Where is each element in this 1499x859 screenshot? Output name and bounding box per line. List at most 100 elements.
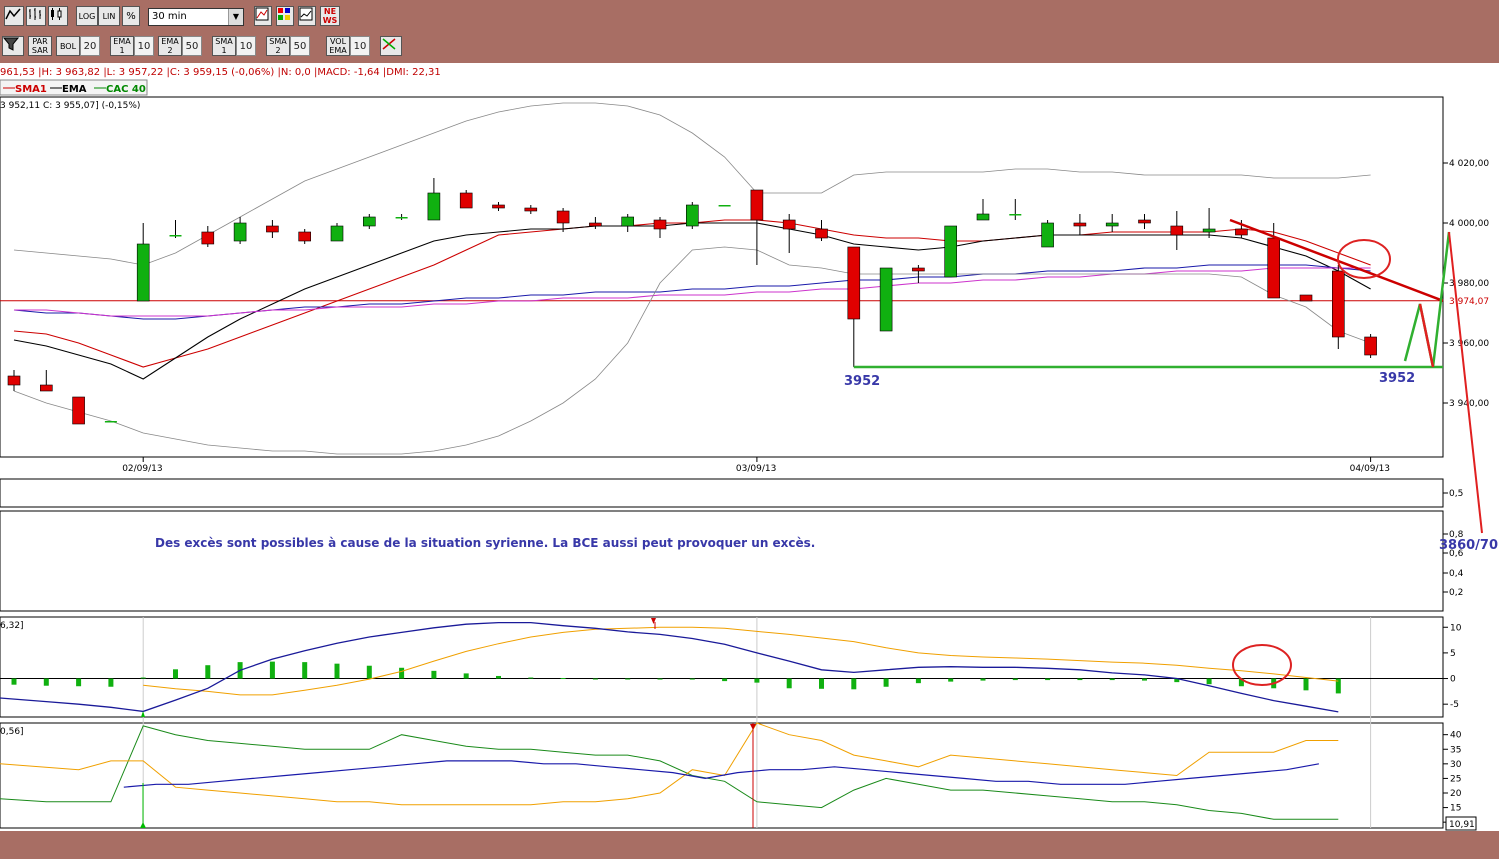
projection-path-down bbox=[1448, 231, 1483, 534]
macd-histogram-bar bbox=[786, 678, 792, 689]
candle-down bbox=[298, 231, 312, 242]
macd-histogram-bar bbox=[108, 678, 114, 687]
macd-histogram-bar bbox=[851, 678, 857, 690]
macd-histogram-bar bbox=[948, 678, 954, 682]
chevron-down-icon[interactable]: ▼ bbox=[228, 9, 243, 25]
sma1-line bbox=[13, 219, 1371, 368]
macd-panel-frame bbox=[0, 616, 1444, 718]
parabolic-sar-button[interactable]: PAR SAR bbox=[28, 36, 52, 56]
candle-down bbox=[782, 219, 796, 230]
macd-histogram-bar bbox=[1206, 678, 1212, 685]
sma2-period[interactable]: 50 bbox=[290, 36, 310, 56]
analysis-comment: Des excès sont possibles à cause de la s… bbox=[155, 536, 815, 550]
boll_dn-line bbox=[13, 246, 1371, 455]
price-layer: 4 020,004 000,003 980,003 960,003 940,00… bbox=[0, 102, 1489, 828]
macd-histogram-bar bbox=[43, 678, 49, 686]
support-label-right: 3952 bbox=[1379, 371, 1415, 386]
bar-chart-icon[interactable] bbox=[26, 6, 46, 26]
interval-select[interactable]: 30 min ▼ bbox=[148, 8, 244, 26]
line-chart-icon[interactable] bbox=[4, 6, 24, 26]
indicator-tick-label: 0,2 bbox=[1449, 588, 1463, 598]
candle-up bbox=[718, 205, 731, 207]
ema2-period[interactable]: 50 bbox=[182, 36, 202, 56]
linear-scale-button[interactable]: LIN bbox=[98, 6, 120, 26]
candle-up bbox=[104, 421, 117, 423]
dmi-tick-label: 35 bbox=[1450, 745, 1461, 755]
candle-up bbox=[685, 204, 699, 227]
candle-down bbox=[1267, 237, 1280, 299]
chart-svg: 961,53 |H: 3 963,82 |L: 3 957,22 |C: 3 9… bbox=[0, 67, 1498, 831]
dmi-tick-label: 25 bbox=[1450, 774, 1461, 784]
adx-line bbox=[123, 760, 1320, 788]
dmi-last-value: 10,91 bbox=[1449, 820, 1475, 830]
pink_ma-line bbox=[14, 267, 1371, 317]
macd-histogram-bar bbox=[560, 678, 566, 680]
macd-histogram-bar bbox=[883, 678, 889, 687]
volume-ema-period[interactable]: 10 bbox=[350, 36, 370, 56]
candlestick-icon[interactable] bbox=[48, 6, 68, 26]
macd-histogram-bar bbox=[528, 677, 534, 679]
close-info: 3 952,11 C: 3 955,07] (-0,15%) bbox=[0, 101, 140, 111]
macd-histogram-bar bbox=[592, 678, 598, 680]
bollinger-period[interactable]: 20 bbox=[80, 36, 100, 56]
ema1-button[interactable]: EMA 1 bbox=[110, 36, 134, 56]
ema2-button[interactable]: EMA 2 bbox=[158, 36, 182, 56]
filter-icon[interactable] bbox=[2, 36, 24, 56]
candle-up bbox=[944, 225, 958, 278]
dmi-layer: 40353025201510 bbox=[0, 722, 1462, 828]
volume-ema-button[interactable]: VOL EMA bbox=[326, 36, 350, 56]
candle-down bbox=[39, 384, 53, 392]
macd-histogram-bar bbox=[754, 678, 760, 683]
candle-up bbox=[136, 243, 150, 302]
indicator-tick-label: 0,4 bbox=[1449, 569, 1464, 579]
dmi-tick-label: 15 bbox=[1450, 804, 1461, 814]
date-tick-label: 04/09/13 bbox=[1350, 464, 1390, 474]
candle-up bbox=[1041, 222, 1054, 248]
candle-up bbox=[362, 216, 376, 227]
macd-cross-marker bbox=[141, 711, 145, 717]
legend-sma1: SMA1 bbox=[15, 84, 47, 95]
candle-down bbox=[1138, 219, 1151, 224]
price-panel-frame bbox=[0, 96, 1444, 458]
sma1-period[interactable]: 10 bbox=[236, 36, 256, 56]
macd-histogram-bar bbox=[140, 677, 146, 679]
compare-icon[interactable] bbox=[254, 6, 272, 26]
color-grid-icon[interactable] bbox=[276, 6, 294, 26]
dmi-red-marker bbox=[750, 724, 756, 730]
candle-down bbox=[7, 375, 21, 386]
ohlc-info: 961,53 |H: 3 963,82 |L: 3 957,22 |C: 3 9… bbox=[0, 67, 441, 78]
indicator-panel-frame bbox=[0, 510, 1444, 612]
candle-up bbox=[330, 225, 344, 242]
macd-histogram-bar bbox=[76, 678, 82, 687]
dmi-tick-label: 40 bbox=[1450, 731, 1462, 741]
toolbar-row-1: LOG LIN % 30 min ▼ NE WS bbox=[0, 0, 1499, 28]
candle-up bbox=[169, 235, 182, 237]
highlight-circle bbox=[1337, 239, 1391, 279]
news-button[interactable]: NE WS bbox=[320, 6, 340, 26]
ema1-period[interactable]: 10 bbox=[134, 36, 154, 56]
log-scale-button[interactable]: LOG bbox=[76, 6, 98, 26]
candle-down bbox=[266, 225, 279, 233]
macd-tick-label: 5 bbox=[1450, 649, 1456, 659]
support-label-left: 3952 bbox=[844, 374, 880, 389]
candle-down bbox=[847, 246, 861, 320]
sma1-button[interactable]: SMA 1 bbox=[212, 36, 236, 56]
toolbar-row-2: PAR SAR BOL 20 EMA 1 10 EMA 2 50 SMA 1 1… bbox=[0, 30, 1499, 58]
candle-up bbox=[1105, 222, 1119, 227]
drawing-tool-icon[interactable] bbox=[380, 36, 402, 56]
candle-up bbox=[233, 222, 247, 242]
percent-scale-button[interactable]: % bbox=[122, 6, 140, 26]
candle-down bbox=[589, 222, 602, 227]
candle-down bbox=[1235, 228, 1248, 236]
dmi-tick-label: 30 bbox=[1450, 760, 1462, 770]
bollinger-button[interactable]: BOL bbox=[56, 36, 80, 56]
chart-window-icon[interactable] bbox=[298, 6, 316, 26]
macd-histogram-bar bbox=[399, 667, 405, 679]
volume-panel-frame bbox=[0, 478, 1444, 508]
macd-histogram-bar bbox=[1109, 678, 1115, 681]
sma2-button[interactable]: SMA 2 bbox=[266, 36, 290, 56]
candle-down bbox=[1332, 270, 1345, 338]
macd-histogram-bar bbox=[496, 675, 501, 679]
macd-label: 6,32] bbox=[0, 621, 24, 631]
dmi-green-marker bbox=[140, 822, 146, 828]
